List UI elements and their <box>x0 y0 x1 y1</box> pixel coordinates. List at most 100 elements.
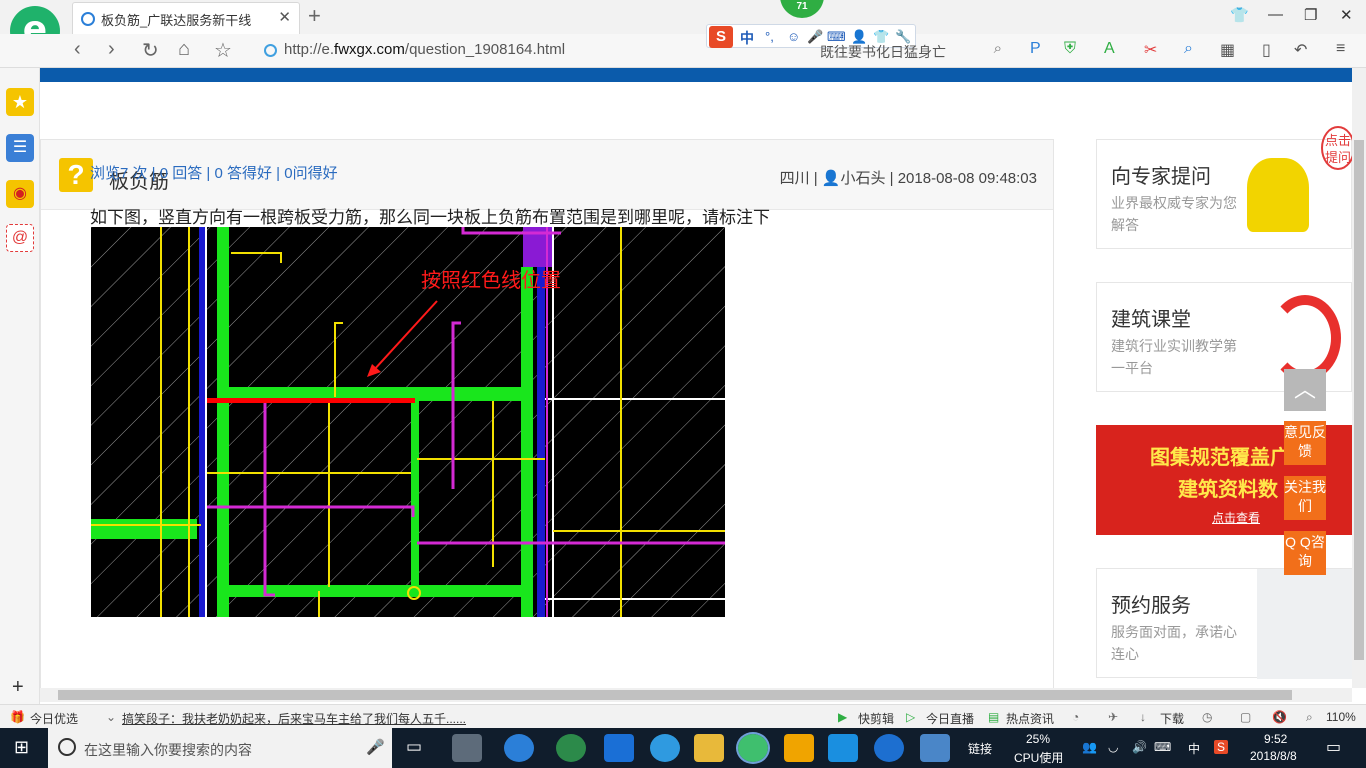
mute-icon[interactable]: 🔇 <box>1272 710 1287 724</box>
add-sidebar-icon[interactable]: + <box>12 676 24 699</box>
question-stats[interactable]: 浏览7 次 | 0 回答 | 0 答得好 | 0问得好 <box>90 162 338 183</box>
back-button[interactable]: ‹ <box>74 38 81 61</box>
close-window-button[interactable]: ✕ <box>1340 6 1353 24</box>
plus-app-icon[interactable] <box>828 734 858 762</box>
cortana-icon <box>58 738 76 756</box>
news-ticker[interactable]: 搞笑段子：我扶老奶奶起来，后来宝马车主给了我们每人五千...... <box>122 710 466 727</box>
notes-app-icon[interactable] <box>784 734 814 762</box>
quickcut-link[interactable]: 快剪辑 <box>858 710 894 727</box>
booking-heading: 预约服务 <box>1111 595 1191 617</box>
zoom-level[interactable]: 110% <box>1326 710 1356 724</box>
browser-sidebar: ★ ☰ ◉ @ + <box>0 68 40 706</box>
download-link[interactable]: 下载 <box>1160 710 1184 727</box>
fan-app-icon[interactable] <box>452 734 482 762</box>
ime-emoji-icon[interactable]: ☺ <box>787 29 800 44</box>
microphone-icon[interactable]: 🎤 <box>366 738 385 756</box>
reading-list-icon[interactable]: ☰ <box>6 134 34 162</box>
search-input[interactable]: 既往要书化日猛身亡 <box>820 42 946 62</box>
favorite-star-button[interactable]: ☆ <box>214 38 232 63</box>
zoom-icon[interactable]: ⌕ <box>1306 710 1313 725</box>
address-bar[interactable]: http://e.fwxgx.com/question_1908164.html <box>262 40 702 62</box>
skin-icon[interactable]: 👕 <box>1230 6 1249 24</box>
volume-tray-icon[interactable]: 🔊 <box>1132 740 1147 754</box>
follow-us-button[interactable]: 关注我们 <box>1284 476 1326 520</box>
feedback-button[interactable]: 意见反馈 <box>1284 421 1326 465</box>
glodon-app-icon[interactable] <box>874 734 904 762</box>
back-to-top-button[interactable]: ︿ <box>1284 369 1326 411</box>
minimize-button[interactable]: — <box>1268 6 1283 23</box>
notifications-icon[interactable]: ▭ <box>1326 737 1341 757</box>
translate-icon[interactable]: A <box>1104 40 1115 58</box>
hot-news-link[interactable]: 热点资讯 <box>1006 710 1054 727</box>
weibo-icon[interactable]: ◉ <box>6 180 34 208</box>
undo-icon[interactable]: ↶ <box>1294 40 1307 60</box>
course-heading: 建筑课堂 <box>1111 309 1191 331</box>
edge-browser-icon[interactable] <box>604 734 634 762</box>
clock-time[interactable]: 9:52 <box>1264 732 1287 746</box>
booking-card[interactable]: 预约服务 服务面对面，承诺心连心 <box>1096 568 1352 679</box>
taskbar-search-input[interactable]: 在这里输入你要搜索的内容 <box>84 740 252 760</box>
new-tab-button[interactable]: + <box>308 3 321 29</box>
taskbar-search[interactable]: 在这里输入你要搜索的内容 🎤 <box>48 728 392 768</box>
clock-date[interactable]: 2018/8/8 <box>1250 749 1297 763</box>
live-link[interactable]: 今日直播 <box>926 710 974 727</box>
file-explorer-icon[interactable] <box>694 734 724 762</box>
start-windows-icon[interactable]: ⊞ <box>14 737 29 758</box>
ime-punct-icon[interactable]: °, <box>765 29 774 44</box>
horizontal-scrollbar[interactable] <box>40 688 1352 702</box>
favorites-star-icon[interactable]: ★ <box>6 88 34 116</box>
mascot-icon <box>1247 158 1309 232</box>
download-icon[interactable]: ↓ <box>1140 710 1146 724</box>
notification-badge[interactable]: 71 <box>780 0 824 18</box>
horizontal-scroll-thumb[interactable] <box>58 690 1292 700</box>
secure-site-icon <box>264 44 277 57</box>
pin-icon[interactable]: ✈ <box>1108 710 1118 724</box>
maximize-button[interactable]: ❐ <box>1304 6 1317 24</box>
today-picks-link[interactable]: 今日优选 <box>30 710 78 727</box>
window-icon[interactable]: ▢ <box>1240 710 1251 724</box>
sogou-tray-icon[interactable]: S <box>1214 740 1229 754</box>
ime-tray-label[interactable]: 中 <box>1188 740 1200 757</box>
tab-title: 板负筋_广联达服务新干线 <box>101 13 252 28</box>
ask-bubble[interactable]: 点击提问 <box>1321 126 1352 170</box>
search-box[interactable]: 既往要书化日猛身亡 ⌕ <box>820 40 1010 62</box>
sogou-ime-icon[interactable]: S <box>709 26 733 48</box>
vertical-scroll-thumb[interactable] <box>1354 140 1364 660</box>
banner-cta[interactable]: 点击查看 <box>1212 509 1260 526</box>
home-button[interactable]: ⌂ <box>178 38 190 61</box>
chrome-browser-icon[interactable] <box>556 734 586 762</box>
forward-button[interactable]: › <box>108 38 115 61</box>
ask-expert-heading: 向专家提问 <box>1111 166 1211 188</box>
banner-line1: 图集规范覆盖广 <box>1150 447 1290 469</box>
extension-p-icon[interactable]: P <box>1030 40 1041 58</box>
shield-icon[interactable]: ⛨ <box>1064 40 1076 58</box>
browser-tab[interactable]: 板负筋_广联达服务新干线 ✕ <box>72 2 300 34</box>
cad-red-marker-line <box>207 398 415 403</box>
screenshot-scissors-icon[interactable]: ✂ <box>1144 40 1157 60</box>
tab-close-icon[interactable]: ✕ <box>278 8 291 26</box>
links-toolbar[interactable]: 链接 <box>968 740 992 757</box>
ime-mode-label[interactable]: 中 <box>740 28 754 48</box>
vertical-scrollbar[interactable] <box>1352 68 1366 688</box>
ie-alt-icon[interactable] <box>650 734 680 762</box>
keyboard-tray-icon[interactable]: ⌨ <box>1154 740 1171 754</box>
menu-icon[interactable]: ≡ <box>1336 40 1345 58</box>
email-icon[interactable]: @ <box>6 224 34 252</box>
refresh-button[interactable]: ↻ <box>142 38 159 63</box>
active-browser-icon[interactable] <box>736 732 770 764</box>
user-tray-icon[interactable]: 👥 <box>1082 740 1097 754</box>
history-icon[interactable]: ◷ <box>1202 710 1212 724</box>
news-chevron-icon[interactable]: ⌄ <box>106 710 116 724</box>
speed-icon[interactable]: ◔ <box>1072 710 1079 724</box>
search-icon[interactable]: ⌕ <box>994 40 1002 57</box>
task-view-icon[interactable]: ▭ <box>406 737 422 757</box>
ask-expert-card[interactable]: 向专家提问 业界最权威专家为您解答 点击提问 <box>1096 126 1352 249</box>
ie-browser-icon[interactable] <box>504 734 534 762</box>
qq-consult-button[interactable]: Q Q咨询 <box>1284 531 1326 575</box>
screenshot-app-icon[interactable] <box>920 734 950 762</box>
network-tray-icon[interactable]: ◡ <box>1108 740 1118 754</box>
find-icon[interactable]: ⌕ <box>1184 40 1193 58</box>
apps-grid-icon[interactable]: ▦ <box>1220 40 1235 60</box>
reader-icon[interactable]: ▯ <box>1262 40 1271 60</box>
page-viewport: ? 板负筋 四川 | 👤小石头 | 2018-08-08 09:48:03 浏览… <box>40 68 1352 688</box>
